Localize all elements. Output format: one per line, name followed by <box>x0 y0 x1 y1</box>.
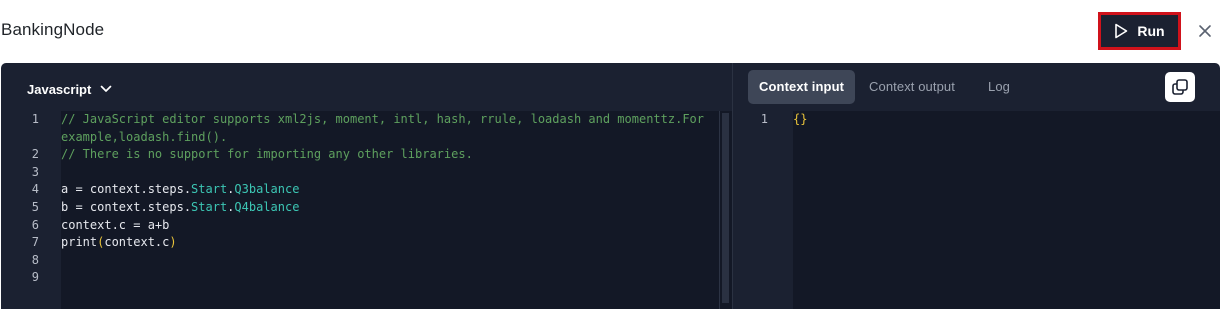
line-number: 8 <box>31 252 39 267</box>
context-json: {} <box>793 112 808 126</box>
code-line: print(context.c) <box>61 235 177 250</box>
language-label: Javascript <box>27 81 92 97</box>
line-number-gutter: 1 <box>733 111 793 309</box>
context-pane: Context input Context output Log 1 {} <box>733 63 1220 309</box>
script-editor-panel: Javascript 1 2 3 4 5 6 7 8 9 // JavaScri… <box>1 63 1220 309</box>
copy-button[interactable] <box>1165 72 1195 102</box>
copy-icon <box>1172 79 1188 95</box>
node-header: BankingNode Run <box>0 0 1221 62</box>
line-number: 9 <box>31 270 39 285</box>
editor-scrollbar-thumb[interactable] <box>722 113 729 303</box>
line-number: 1 <box>760 112 768 126</box>
code-line: a = context.steps.Start.Q3balance <box>61 182 300 197</box>
line-number: 4 <box>31 182 39 197</box>
line-number <box>1 129 39 147</box>
code-line: // JavaScript editor supports xml2js, mo… <box>61 112 704 126</box>
context-editor[interactable]: 1 {} <box>733 111 1220 309</box>
line-number: 3 <box>31 164 39 179</box>
code-line: context.c = a+b <box>61 217 170 232</box>
line-number: 5 <box>31 200 39 214</box>
line-number: 7 <box>31 235 39 250</box>
line-number: 2 <box>31 147 39 162</box>
code-line: b = context.steps.Start.Q4balance <box>61 200 300 214</box>
tab-context-input[interactable]: Context input <box>748 70 856 104</box>
code-editor[interactable]: 1 2 3 4 5 6 7 8 9 // JavaScript editor s… <box>1 111 732 309</box>
line-number: 6 <box>31 217 39 232</box>
line-number-gutter: 1 2 3 4 5 6 7 8 9 <box>1 111 61 309</box>
line-number: 1 <box>31 112 39 126</box>
tab-context-output[interactable]: Context output <box>858 70 966 104</box>
chevron-down-icon <box>100 85 112 92</box>
run-button[interactable]: Run <box>1098 12 1181 50</box>
code-editor-pane: Javascript 1 2 3 4 5 6 7 8 9 // JavaScri… <box>1 63 732 309</box>
page-title: BankingNode <box>1 20 105 39</box>
close-icon[interactable] <box>1196 22 1214 40</box>
run-button-label: Run <box>1137 23 1165 39</box>
play-icon <box>1115 23 1128 39</box>
language-select[interactable]: Javascript <box>27 80 112 98</box>
tab-log[interactable]: Log <box>977 70 1021 104</box>
code-line: example,loadash.find(). <box>61 129 228 144</box>
code-line: // There is no support for importing any… <box>61 147 473 162</box>
